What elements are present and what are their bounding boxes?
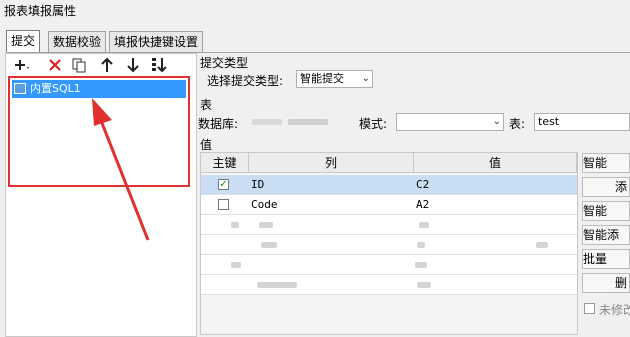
sort-icon[interactable] xyxy=(150,56,168,74)
submit-type-label: 选择提交类型: xyxy=(207,74,284,88)
delete-button[interactable]: 删 xyxy=(582,273,630,293)
table-label: 表: xyxy=(509,117,526,131)
table-section-label: 表 xyxy=(200,98,213,112)
table-row[interactable] xyxy=(201,275,577,295)
smart-add-button[interactable]: 智能 xyxy=(582,153,630,173)
column-header-key[interactable]: 主键 xyxy=(201,153,249,173)
row-column-name: Code xyxy=(251,198,278,211)
tree-item-label: 内置SQL1 xyxy=(30,82,81,95)
table-row[interactable] xyxy=(201,255,577,275)
row-value: A2 xyxy=(416,198,430,211)
primary-key-checkbox[interactable] xyxy=(218,199,229,210)
smart-add-field-button[interactable]: 智能添 xyxy=(582,225,630,245)
annotation-arrow-icon xyxy=(92,98,150,241)
submit-type-select[interactable]: 智能提交 ⌄ xyxy=(296,70,373,88)
add-icon[interactable] xyxy=(12,56,30,74)
submit-type-section-label: 提交类型 xyxy=(200,56,249,70)
row-column-name: ID xyxy=(251,178,265,191)
batch-button[interactable]: 批量 xyxy=(582,249,630,269)
tab-submit[interactable]: 提交 xyxy=(6,30,41,53)
column-header-column[interactable]: 列 xyxy=(249,153,414,173)
schema-select[interactable]: ⌄ xyxy=(396,113,504,131)
smart-button[interactable]: 智能 xyxy=(582,201,630,221)
delete-icon[interactable] xyxy=(46,56,64,74)
table-row[interactable]: ✓ ID C2 xyxy=(201,175,577,195)
tab-bar: 提交 数据校验 填报快捷键设置 xyxy=(6,30,630,53)
table-row[interactable] xyxy=(201,235,577,255)
copy-icon[interactable] xyxy=(70,56,88,74)
tab-shortcut-settings[interactable]: 填报快捷键设置 xyxy=(109,31,204,52)
primary-key-checkbox[interactable]: ✓ xyxy=(218,179,229,190)
table-row[interactable]: Code A2 xyxy=(201,195,577,215)
submit-type-value: 智能提交 xyxy=(300,72,344,85)
database-select[interactable] xyxy=(244,113,352,131)
schema-label: 模式: xyxy=(359,117,388,131)
unmodified-checkbox[interactable] xyxy=(584,303,595,314)
row-value: C2 xyxy=(416,178,430,191)
sql-table-icon xyxy=(14,83,26,94)
table-row[interactable] xyxy=(201,215,577,235)
database-label: 数据库: xyxy=(198,117,239,131)
tab-data-validation[interactable]: 数据校验 xyxy=(48,31,107,52)
add-button[interactable]: 添 xyxy=(582,177,630,197)
table-value: test xyxy=(538,115,560,128)
unmodified-option[interactable]: 未修改 xyxy=(584,301,630,317)
column-header-value[interactable]: 值 xyxy=(414,153,577,173)
value-grid: 主键 列 值 ✓ ID C2 Code A2 xyxy=(200,152,578,335)
chevron-down-icon: ⌄ xyxy=(492,116,501,127)
value-section-label: 值 xyxy=(200,138,213,152)
move-up-icon[interactable] xyxy=(98,56,116,74)
chevron-down-icon: ⌄ xyxy=(361,73,370,84)
move-down-icon[interactable] xyxy=(124,56,142,74)
table-select[interactable]: test xyxy=(534,113,630,131)
window-title: 报表填报属性 xyxy=(4,4,77,18)
unmodified-label: 未修改 xyxy=(599,303,630,317)
